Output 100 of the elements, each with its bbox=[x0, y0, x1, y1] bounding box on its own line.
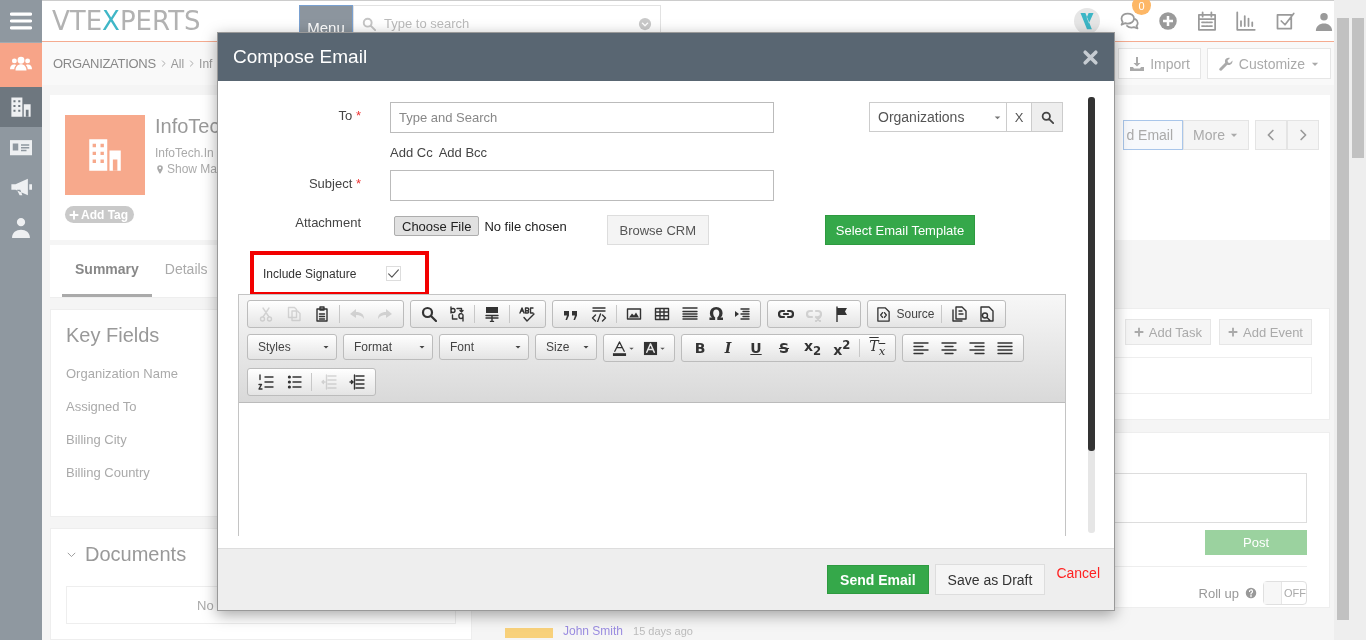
module-dropdown[interactable]: Organizations bbox=[869, 102, 1007, 132]
format-button[interactable]: S bbox=[776, 340, 792, 356]
numbered-list-icon[interactable] bbox=[258, 374, 274, 390]
caret-icon bbox=[582, 343, 590, 351]
select-template-button[interactable]: Select Email Template bbox=[824, 215, 976, 245]
field-label: Assigned To bbox=[66, 399, 137, 414]
bar-chart-icon[interactable] bbox=[1236, 11, 1256, 31]
building-icon bbox=[10, 96, 32, 118]
page-break-icon[interactable] bbox=[734, 306, 751, 322]
source-button[interactable]: Source bbox=[872, 306, 939, 322]
spellcheck-icon[interactable] bbox=[519, 306, 535, 322]
breadcrumb-link[interactable]: ORGANIZATIONS bbox=[53, 56, 156, 71]
megaphone-icon bbox=[10, 176, 32, 198]
toolbar-dropdown[interactable]: Format bbox=[343, 334, 433, 360]
download-icon bbox=[1129, 55, 1146, 72]
search-icon bbox=[362, 16, 376, 31]
align-center-icon[interactable] bbox=[941, 340, 958, 356]
cc-link[interactable]: Add Cc bbox=[390, 145, 433, 160]
toolbar-dropdown[interactable]: Size bbox=[535, 334, 597, 360]
scrollbar[interactable] bbox=[1088, 97, 1095, 533]
record-action-button[interactable]: More bbox=[1183, 120, 1249, 150]
special-character-button[interactable]: Ω bbox=[709, 304, 724, 324]
replace-icon[interactable] bbox=[449, 306, 465, 322]
file-status: No file chosen bbox=[484, 219, 567, 234]
search-icon bbox=[1040, 110, 1054, 124]
browse-crm-button[interactable]: Browse CRM bbox=[606, 215, 709, 245]
field-label: Organization Name bbox=[66, 366, 178, 381]
to-field[interactable]: Type and Search bbox=[390, 102, 774, 133]
task-icon[interactable] bbox=[1275, 11, 1295, 31]
color-button[interactable] bbox=[612, 340, 635, 356]
chevron-right-icon bbox=[188, 59, 196, 68]
toolbar-dropdown[interactable]: Font bbox=[439, 334, 529, 360]
table-icon[interactable] bbox=[654, 306, 670, 322]
subject-field[interactable] bbox=[390, 170, 774, 201]
chevron-left-icon bbox=[1265, 129, 1277, 141]
add-activity-button[interactable]: Add Task bbox=[1124, 319, 1211, 345]
breadcrumb-link[interactable]: All bbox=[170, 56, 185, 71]
cc-link[interactable]: Add Bcc bbox=[438, 145, 488, 160]
breadcrumb-link[interactable]: Inf bbox=[199, 56, 213, 71]
add-icon[interactable] bbox=[1158, 11, 1178, 31]
notification-badge: 0 bbox=[1132, 0, 1151, 15]
select-all-icon[interactable] bbox=[484, 306, 500, 322]
user-icon bbox=[10, 216, 32, 238]
format-button[interactable]: x$_{2}$ bbox=[804, 338, 822, 358]
format-button[interactable]: x$^{2}$ bbox=[833, 338, 851, 358]
indent-icon[interactable] bbox=[349, 374, 365, 390]
tab[interactable]: Details bbox=[151, 261, 221, 297]
format-button[interactable]: I bbox=[720, 340, 736, 356]
cancel-link[interactable]: Cancel bbox=[1056, 565, 1100, 581]
field-label: Attachment bbox=[294, 215, 361, 230]
author-link[interactable]: John Smith bbox=[563, 624, 624, 638]
bulleted-list-icon[interactable] bbox=[286, 374, 302, 390]
choose-file-button[interactable]: Choose File bbox=[394, 216, 480, 236]
show-map-link[interactable]: Show Ma bbox=[155, 162, 218, 176]
close-icon[interactable] bbox=[1082, 48, 1099, 66]
justify-icon[interactable] bbox=[997, 340, 1014, 356]
format-button[interactable]: U bbox=[748, 340, 764, 356]
app-logo-icon[interactable] bbox=[1074, 8, 1100, 34]
text-color-icon bbox=[612, 340, 627, 356]
save-draft-button[interactable]: Save as Draft bbox=[934, 564, 1046, 595]
source-icon bbox=[876, 306, 892, 322]
chevron-right-icon bbox=[159, 59, 167, 68]
code-icon[interactable] bbox=[591, 306, 607, 322]
action-button[interactable]: Import bbox=[1118, 48, 1201, 79]
toolbar-dropdown[interactable]: Styles bbox=[247, 334, 337, 360]
help-icon[interactable] bbox=[1245, 587, 1257, 599]
paste-icon[interactable] bbox=[314, 306, 330, 322]
action-button[interactable]: Customize bbox=[1206, 48, 1331, 79]
horizontal-lines-icon[interactable] bbox=[682, 306, 698, 322]
calendar-icon[interactable] bbox=[1197, 11, 1217, 31]
caret-icon bbox=[322, 343, 330, 351]
clear-button[interactable]: X bbox=[1007, 102, 1032, 132]
align-right-icon[interactable] bbox=[969, 340, 986, 356]
format-button[interactable]: T$_{x}$ bbox=[869, 338, 886, 358]
field-label: Subject * bbox=[307, 175, 361, 191]
field-label: Billing Country bbox=[66, 465, 150, 480]
tab[interactable]: Summary bbox=[62, 261, 152, 297]
template-icon[interactable] bbox=[951, 306, 968, 322]
chat-icon[interactable] bbox=[1119, 11, 1139, 31]
search-button[interactable] bbox=[1032, 102, 1063, 132]
field-label: To * bbox=[337, 107, 361, 123]
checkbox[interactable] bbox=[386, 266, 402, 281]
scrollbar[interactable] bbox=[1334, 0, 1366, 640]
user-icon[interactable] bbox=[1314, 11, 1334, 31]
roll-up-toggle[interactable]: OFF bbox=[1263, 581, 1307, 605]
menu-icon[interactable] bbox=[10, 10, 32, 32]
record-action-button[interactable]: d Email bbox=[1123, 120, 1184, 150]
logo[interactable]: VTEXPERTS bbox=[52, 6, 201, 36]
align-left-icon[interactable] bbox=[913, 340, 930, 356]
sidebar-item[interactable] bbox=[0, 87, 42, 127]
preview-icon[interactable] bbox=[979, 306, 996, 322]
add-activity-button[interactable]: Add Event bbox=[1219, 319, 1312, 345]
send-email-button[interactable]: Send Email bbox=[827, 565, 929, 594]
website-link[interactable]: InfoTech.In bbox=[155, 146, 214, 160]
image-icon[interactable] bbox=[626, 306, 642, 322]
background-color-icon bbox=[643, 340, 658, 356]
color-button[interactable] bbox=[643, 340, 666, 356]
search-icon[interactable] bbox=[421, 306, 437, 322]
format-button[interactable]: B bbox=[692, 340, 708, 356]
chevron-right-icon bbox=[1297, 129, 1309, 141]
